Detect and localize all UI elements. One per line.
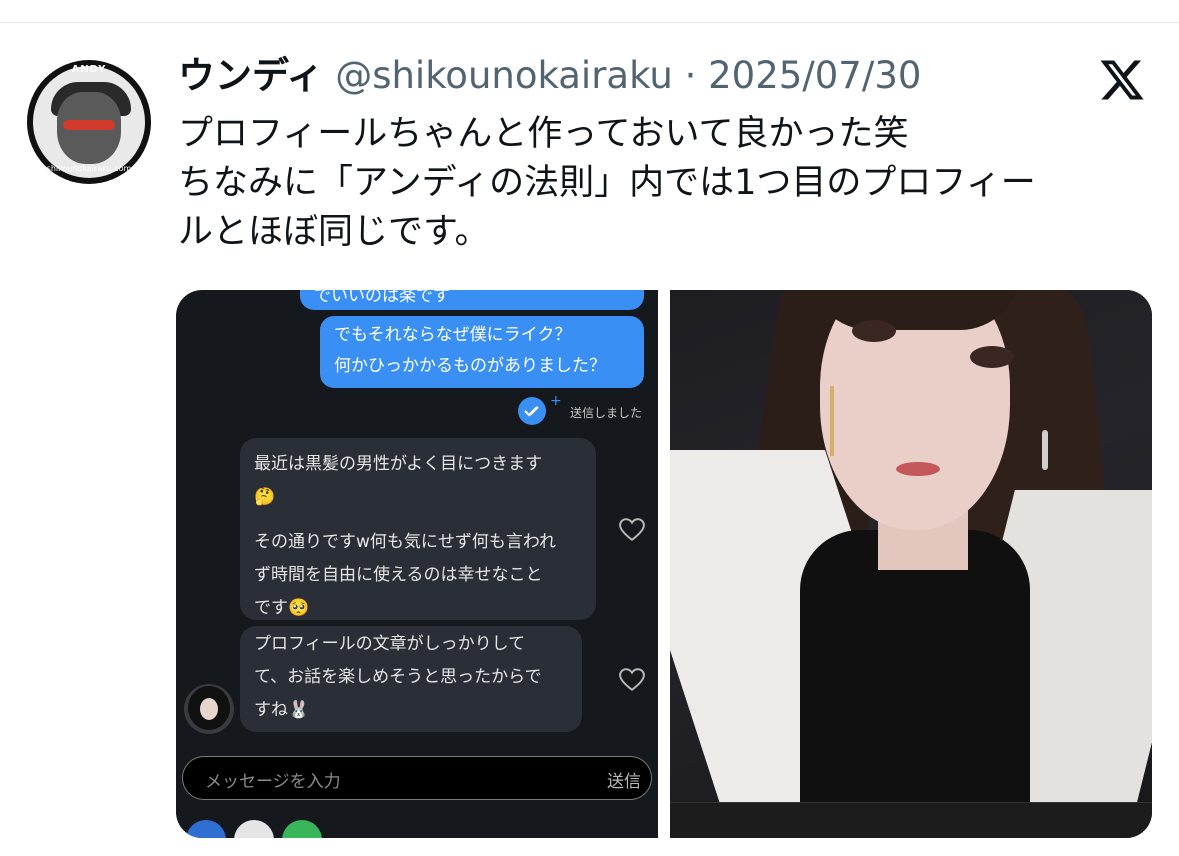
media-icon[interactable] — [282, 820, 322, 838]
tweet-text: プロフィールちゃんと作っておいて良かった笑 ちなみに「アンディの法則」内では1つ… — [178, 110, 1158, 257]
outgoing-message-line: 何かひっかかるものがありました？ — [334, 356, 606, 376]
message-input[interactable]: メッセージを入力 送信 — [182, 756, 652, 800]
gif-icon[interactable] — [234, 820, 274, 838]
photo-eye — [852, 320, 896, 342]
sticker-icon[interactable] — [186, 820, 226, 838]
avatar-glasses — [63, 120, 115, 130]
outgoing-message-line: でもそれならなぜ僕にライク？ — [334, 325, 572, 345]
incoming-message-line: 最近は黒髪の男性がよく目につきます — [254, 454, 543, 474]
media-chat-screenshot[interactable]: でいいのは楽です でもそれならなぜ僕にライク？ 何かひっかかるものがありました？… — [176, 290, 658, 838]
like-heart-icon[interactable] — [619, 518, 645, 542]
x-logo-icon[interactable] — [1098, 56, 1146, 104]
incoming-message-line: ず時間を自由に使えるのは幸せなこと — [254, 565, 543, 585]
tweet-header: ウンディ @shikounokairaku · 2025/07/30 — [178, 52, 921, 100]
author-name[interactable]: ウンディ — [178, 54, 323, 97]
tweet-date[interactable]: 2025/07/30 — [708, 54, 921, 97]
send-button[interactable]: 送信 — [607, 767, 641, 792]
incoming-message-line: て、お話を楽しめそうと思ったからで — [254, 667, 542, 687]
tweet-text-line: ルとほぼ同じです。 — [178, 212, 490, 252]
photo-earring — [1042, 430, 1048, 470]
plus-icon: + — [550, 393, 562, 409]
incoming-message: プロフィールの文章がしっかりして て、お話を楽しめそうと思ったからで すね🐰 — [240, 626, 582, 732]
photo-lips — [896, 462, 940, 476]
incoming-message-line: プロフィールの文章がしっかりして — [254, 634, 526, 654]
tweet-media: でいいのは楽です でもそれならなぜ僕にライク？ 何かひっかかるものがありました？… — [176, 290, 1152, 838]
incoming-emoji: 🤔 — [254, 487, 276, 507]
chat-partner-avatar[interactable] — [184, 684, 234, 734]
sent-check-icon — [518, 397, 546, 425]
photo-bottom-bar — [670, 802, 1152, 838]
outgoing-partial-text: でいいのは楽です — [314, 290, 450, 306]
top-divider — [0, 22, 1179, 23]
media-photo[interactable] — [670, 290, 1152, 838]
tweet-text-line: プロフィールちゃんと作っておいて良かった笑 — [178, 114, 909, 154]
avatar-logo-text-bottom: shikounokairaku.com — [46, 164, 132, 173]
tweet-text-line: ちなみに「アンディの法則」内では1つ目のプロフィー — [178, 163, 1036, 203]
header-separator: · — [684, 54, 697, 97]
photo-turtleneck — [800, 530, 1030, 838]
chat-avatar-face — [200, 698, 218, 720]
incoming-message-line: です🥺 — [254, 598, 310, 618]
message-input-placeholder: メッセージを入力 — [205, 772, 341, 792]
incoming-message: 最近は黒髪の男性がよく目につきます 🤔 その通りですw何も気にせず何も言われ ず… — [240, 438, 596, 620]
outgoing-message: でもそれならなぜ僕にライク？ 何かひっかかるものがありました？ — [320, 316, 644, 388]
avatar-ring — [33, 66, 145, 178]
avatar-logo-text-top: ANDY — [71, 64, 107, 75]
author-handle[interactable]: @shikounokairaku — [335, 54, 673, 97]
sent-status: 送信しました — [570, 406, 643, 420]
incoming-message-line: すね🐰 — [254, 700, 310, 720]
incoming-message-line: その通りですw何も気にせず何も言われ — [254, 532, 557, 552]
photo-eye — [970, 346, 1014, 368]
like-heart-icon[interactable] — [619, 668, 645, 692]
photo-earring — [830, 386, 834, 456]
outgoing-message-partial: でいいのは楽です — [300, 290, 644, 310]
author-avatar[interactable]: ANDY shikounokairaku.com — [27, 60, 151, 184]
